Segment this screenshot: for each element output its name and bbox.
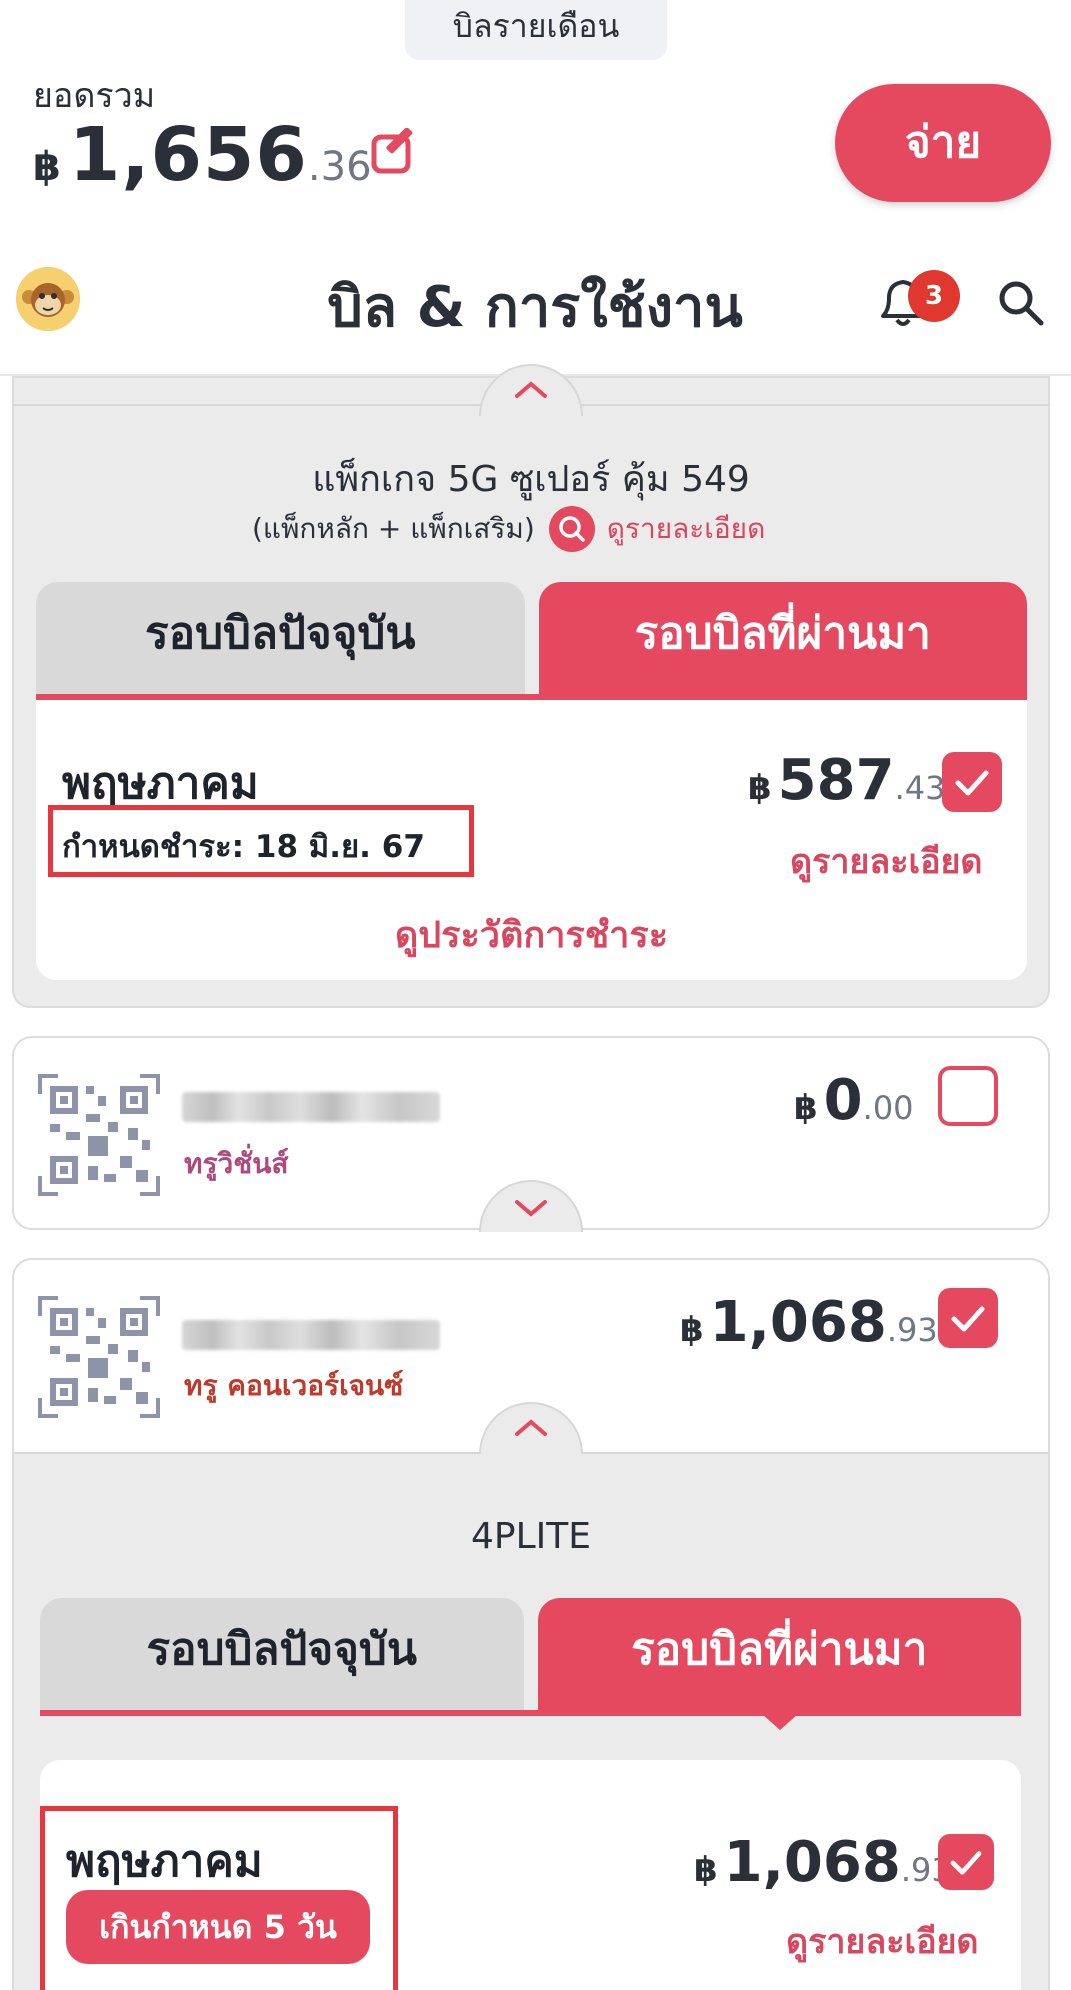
account-amount-decimal: .93 <box>886 1311 938 1349</box>
chevron-up-icon <box>515 381 547 398</box>
account-checkbox[interactable] <box>938 1288 998 1348</box>
pay-button[interactable]: จ่าย <box>835 84 1051 202</box>
package-name: แพ็กเกจ 5G ซูเปอร์ คุ้ม 549 <box>312 459 750 500</box>
due-date: กำหนดชำระ: 18 มิ.ย. 67 <box>62 829 425 865</box>
check-icon <box>955 770 989 796</box>
chevron-up-icon <box>515 1419 547 1436</box>
package-name: 4PLITE <box>470 1516 592 1557</box>
account-amount: ฿ 1,068 .93 <box>680 1290 938 1355</box>
brand-name: ทรู คอนเวอร์เจนซ์ <box>184 1369 404 1402</box>
bill-checkbox[interactable] <box>938 1834 994 1890</box>
tab-current-cycle[interactable]: รอบบิลปัจจุบัน <box>40 1598 524 1710</box>
currency-symbol: ฿ <box>680 1310 704 1350</box>
tab-underline <box>40 1710 1021 1716</box>
bill-amount: ฿ 587 .43 <box>748 748 945 813</box>
bill-amount: ฿ 1,068 .93 <box>694 1830 952 1895</box>
account-amount: ฿ 0 .00 <box>794 1068 914 1133</box>
account-number-redacted <box>182 1320 440 1350</box>
overdue-badge: เกินกำหนด 5 วัน <box>66 1890 370 1964</box>
package-detail-link[interactable]: ดูรายละเอียด <box>607 507 766 551</box>
bill-month: พฤษภาคม <box>66 1836 263 1887</box>
edit-icon[interactable] <box>369 127 419 178</box>
notification-badge: 3 <box>908 270 960 322</box>
check-icon <box>951 1306 985 1332</box>
bill-cycle-tabs: รอบบิลปัจจุบัน รอบบิลที่ผ่านมา <box>40 1598 1021 1716</box>
total-amount: ฿ 1,656 .36 <box>33 112 372 198</box>
magnifier-circle-icon[interactable] <box>548 506 595 552</box>
bill-checkbox[interactable] <box>942 752 1002 812</box>
bill-amount-integer: 587 <box>777 748 895 813</box>
total-amount-decimal: .36 <box>307 144 372 190</box>
currency-symbol: ฿ <box>694 1850 718 1890</box>
payment-history-link[interactable]: ดูประวัติการชำระ <box>36 906 1027 963</box>
total-amount-integer: 1,656 <box>68 112 308 198</box>
collapse-toggle[interactable] <box>479 1402 583 1454</box>
bill-detail-link[interactable]: ดูรายละเอียด <box>786 1914 979 1968</box>
currency-symbol: ฿ <box>33 144 61 190</box>
tab-current-cycle[interactable]: รอบบิลปัจจุบัน <box>36 582 525 694</box>
qr-code-icon <box>38 1074 160 1196</box>
account-amount-integer: 1,068 <box>709 1290 887 1355</box>
check-icon <box>950 1851 982 1875</box>
collapse-toggle[interactable] <box>479 364 583 416</box>
currency-symbol: ฿ <box>748 768 772 808</box>
expand-toggle[interactable] <box>479 1180 583 1232</box>
package-sub: (แพ็กหลัก + แพ็กเสริม) <box>252 512 535 545</box>
bill-detail-link[interactable]: ดูรายละเอียด <box>790 834 983 888</box>
bill-cycle-tabs: รอบบิลปัจจุบัน รอบบิลที่ผ่านมา <box>36 582 1027 700</box>
qr-code-icon <box>38 1296 160 1418</box>
tab-past-cycle[interactable]: รอบบิลที่ผ่านมา <box>538 582 1027 694</box>
monthly-bill-tab[interactable]: บิลรายเดือน <box>405 0 667 60</box>
bill-amount-decimal: .43 <box>894 769 946 807</box>
monkey-avatar[interactable] <box>16 267 80 331</box>
search-icon[interactable] <box>995 277 1047 329</box>
brand-name: ทรูวิชั่นส์ <box>184 1147 289 1180</box>
account-number-redacted <box>182 1092 440 1122</box>
page-title: บิล & การใช้งาน <box>327 275 743 340</box>
tab-past-cycle[interactable]: รอบบิลที่ผ่านมา <box>537 1598 1021 1710</box>
account-checkbox[interactable] <box>938 1066 998 1126</box>
bill-amount-integer: 1,068 <box>723 1830 901 1895</box>
account-amount-decimal: .00 <box>862 1089 914 1127</box>
package-sub-row: (แพ็กหลัก + แพ็กเสริม) ดูรายละเอียด <box>252 506 765 552</box>
currency-symbol: ฿ <box>794 1088 818 1128</box>
chevron-down-icon <box>515 1200 547 1217</box>
account-amount-integer: 0 <box>823 1068 863 1133</box>
active-tab-pointer <box>762 1714 798 1730</box>
